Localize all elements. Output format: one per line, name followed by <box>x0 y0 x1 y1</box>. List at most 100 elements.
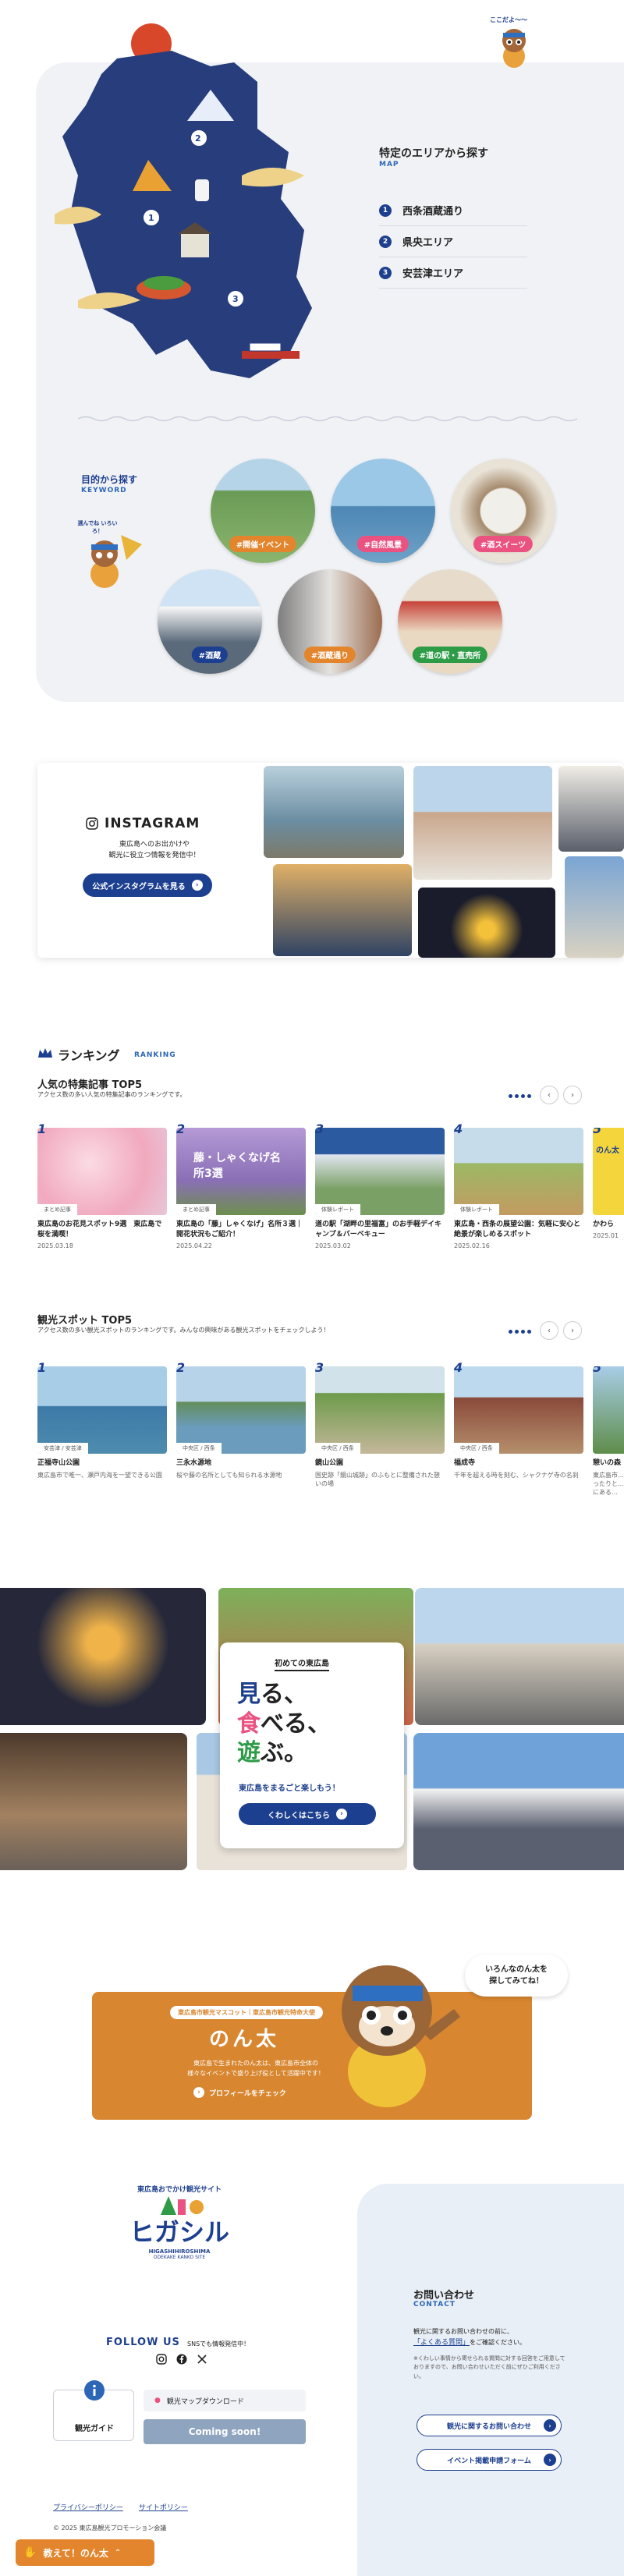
area-num: 3 <box>379 266 392 279</box>
x-icon[interactable] <box>197 2354 207 2365</box>
oshiete-label: 教えて！のん太 <box>43 2547 108 2559</box>
area-label: 安芸津エリア <box>402 268 464 280</box>
instagram-photo-sky[interactable] <box>565 856 624 958</box>
features-desc: アクセス数の多い人気の特集記事のランキングです。 <box>37 1091 186 1098</box>
intro-sub: 東広島をまるごと楽しもう！ <box>239 1784 340 1793</box>
keyword-brewery-street[interactable]: #酒蔵通り <box>278 569 382 674</box>
instagram-photo-cycling[interactable] <box>264 766 404 858</box>
nonta-desc-2: 様々なイベントで盛り上げ役として活躍中です！ <box>187 2069 324 2077</box>
contact-en: CONTACT <box>413 2301 456 2308</box>
collage-fireworks <box>0 1588 206 1725</box>
instagram-photo-street[interactable] <box>558 766 624 852</box>
contact-desc-1: 観光に関するお問い合わせの前に、 <box>413 2328 513 2335</box>
instagram-photo-brewery[interactable] <box>413 766 552 880</box>
keyword-tag: #酒スイーツ <box>473 536 534 552</box>
keyword-tag: #酒蔵 <box>191 647 229 663</box>
facebook-icon[interactable] <box>176 2354 187 2365</box>
map-download-button[interactable]: ● 観光マップダウンロード <box>144 2390 306 2411</box>
hand-icon: ✋ <box>23 2546 37 2559</box>
instagram-photo-sunset[interactable] <box>273 864 412 956</box>
rank-number: 1 <box>37 1121 47 1136</box>
instagram-icon[interactable] <box>156 2354 167 2365</box>
instagram-desc-2: 観光に役立つ情報を発信中！ <box>108 852 200 860</box>
nonta-flag-icon <box>90 535 142 588</box>
nonta-speech-bubble: いろんなのん太を 探してみてね！ <box>465 1954 568 1997</box>
pin-icon: ● <box>154 2397 161 2404</box>
feature-title: 東広島の「藤」しゃくなげ」名所３選｜開花状況もご紹介！ <box>176 1221 303 1239</box>
intro-line3-char: 遊 <box>237 1739 261 1766</box>
intro-line2-rest: べる、 <box>261 1710 331 1738</box>
spot-area: 中央区 / 西条 <box>176 1443 222 1454</box>
intro-line3-rest: ぶ。 <box>261 1739 307 1766</box>
instagram-button[interactable]: 公式インスタグラムを見る › <box>83 873 212 897</box>
contact-btn1-label: 観光に関するお問い合わせ <box>446 2422 531 2431</box>
feature-card[interactable]: まとめ記事 1 東広島のお花見スポット9選 東広島で桜を満喫！ 2025.03.… <box>37 1121 167 1249</box>
info-icon <box>84 2380 105 2401</box>
feature-card[interactable]: 藤・しゃくなげ名所3選 まとめ記事 2 東広島の「藤」しゃくなげ」名所３選｜開花状… <box>176 1121 306 1249</box>
area-map-illustration <box>55 51 312 378</box>
spots-prev-button[interactable]: ‹ <box>540 1321 558 1340</box>
spot-card[interactable]: 5 憩いの森 東広島市…ったりと…にある… <box>593 1366 624 1497</box>
faq-link[interactable]: 「よくある質問」 <box>413 2339 470 2347</box>
spot-card[interactable]: 中央区 / 西条 3 鏡山公園 国史跡「鏡山城跡」のふもとに整備された憩いの場 <box>315 1360 445 1488</box>
sitepolicy-link[interactable]: サイトポリシー <box>139 2502 188 2512</box>
feature-card[interactable]: 体験レポート 3 道の駅「湖畔の里福富」のお手軽デイキャンプ＆バーベキュー 20… <box>315 1121 445 1249</box>
map-number-2[interactable]: 2 <box>195 133 201 144</box>
area-list: 1 西条酒蔵通り 2 県央エリア 3 安芸津エリア <box>379 195 527 289</box>
features-next-button[interactable]: › <box>563 1086 582 1104</box>
keyword-nature[interactable]: #自然風景 <box>331 459 435 563</box>
nonta-speech-1: いろんなのん太を <box>485 1965 548 1974</box>
feature-category: まとめ記事 <box>176 1204 216 1215</box>
spot-card[interactable]: 中央区 / 西条 2 三永水源地 桜や藤の名所としても知られる水源地 <box>176 1360 306 1479</box>
spot-card[interactable]: 中央区 / 西条 4 福成寺 千年を超える時を刻む、シャクナゲ寺の名刹 <box>454 1360 583 1479</box>
collage-roofs <box>413 1733 624 1870</box>
feature-card[interactable]: 体験レポート 4 東広島・西条の展望公園：気軽に安心と絶景が楽しめるスポット 2… <box>454 1121 583 1249</box>
keyword-event[interactable]: #開催イベント <box>211 459 315 563</box>
nonta-name: のん太 <box>209 2028 280 2051</box>
nonta-desc-1: 東広島で生まれたのん太は、東広島市全体の <box>193 2060 318 2067</box>
feature-category: 体験レポート <box>315 1204 360 1215</box>
logo-main: ヒガシル <box>129 2217 229 2247</box>
contact-title: お問い合わせ <box>413 2290 475 2301</box>
spot-area: 中央区 / 西条 <box>454 1443 499 1454</box>
area-item-saijo[interactable]: 1 西条酒蔵通り <box>379 195 527 226</box>
sns-links <box>156 2354 207 2365</box>
keyword-sweets[interactable]: #酒スイーツ <box>451 459 555 563</box>
spot-desc: 東広島市で唯一、瀬戸内海を一望できる公園 <box>37 1472 162 1479</box>
intro-button[interactable]: くわしくはこちら › <box>239 1803 376 1825</box>
collage-brewery <box>415 1588 624 1725</box>
map-subtitle: MAP <box>379 161 399 168</box>
instagram-photo-fireworks[interactable] <box>418 888 555 958</box>
crown-icon <box>38 1048 52 1058</box>
features-pagination-dots <box>509 1094 531 1098</box>
map-number-1[interactable]: 1 <box>148 213 154 223</box>
arrow-right-icon: › <box>193 2087 204 2098</box>
spot-card[interactable]: 安芸津 / 安芸津 1 正福寺山公園 東広島市で唯一、瀬戸内海を一望できる公園 <box>37 1360 167 1479</box>
event-form-button[interactable]: イベント掲載申請フォーム › <box>417 2449 562 2471</box>
map-number-3[interactable]: 3 <box>232 294 239 304</box>
spots-next-button[interactable]: › <box>563 1321 582 1340</box>
spot-title: 福成寺 <box>454 1459 476 1467</box>
area-label: 西条酒蔵通り <box>402 206 464 218</box>
feature-card[interactable]: のん太 5 かわら 2025.01 <box>593 1128 624 1239</box>
contact-note: ※くわしい事情から寄せられる質問に対する回答をご用意しておりますので、お問い合わ… <box>413 2355 566 2379</box>
feature-date: 2025.01 <box>593 1232 619 1240</box>
area-item-kenou[interactable]: 2 県央エリア <box>379 226 527 257</box>
contact-tourism-button[interactable]: 観光に関するお問い合わせ › <box>417 2415 562 2436</box>
privacy-link[interactable]: プライバシーポリシー <box>53 2502 123 2512</box>
keyword-tag: #開催イベント <box>229 536 297 552</box>
features-prev-button[interactable]: ‹ <box>540 1086 558 1104</box>
oshiete-nonta-button[interactable]: ✋ 教えて！のん太 ⌃ <box>16 2539 154 2566</box>
feature-category: まとめ記事 <box>37 1204 77 1215</box>
area-item-akitsu[interactable]: 3 安芸津エリア <box>379 257 527 289</box>
keyword-sake-brewery[interactable]: #酒蔵 <box>158 569 262 674</box>
ranking-heading-en: RANKING <box>134 1051 176 1059</box>
copyright: © 2025 東広島観光プロモーション会議 <box>53 2525 167 2532</box>
nonta-profile-button[interactable]: › プロフィールをチェック <box>193 2087 286 2098</box>
nonta-profile-label: プロフィールをチェック <box>209 2089 286 2098</box>
spot-title: 憩いの森 <box>593 1459 622 1467</box>
guide-button[interactable]: 観光ガイド <box>53 2380 134 2441</box>
follow-us: FOLLOW US <box>106 2337 180 2348</box>
follow-sub: SNSでも情報発信中！ <box>187 2340 250 2347</box>
keyword-roadside-station[interactable]: #道の駅・直売所 <box>398 569 502 674</box>
